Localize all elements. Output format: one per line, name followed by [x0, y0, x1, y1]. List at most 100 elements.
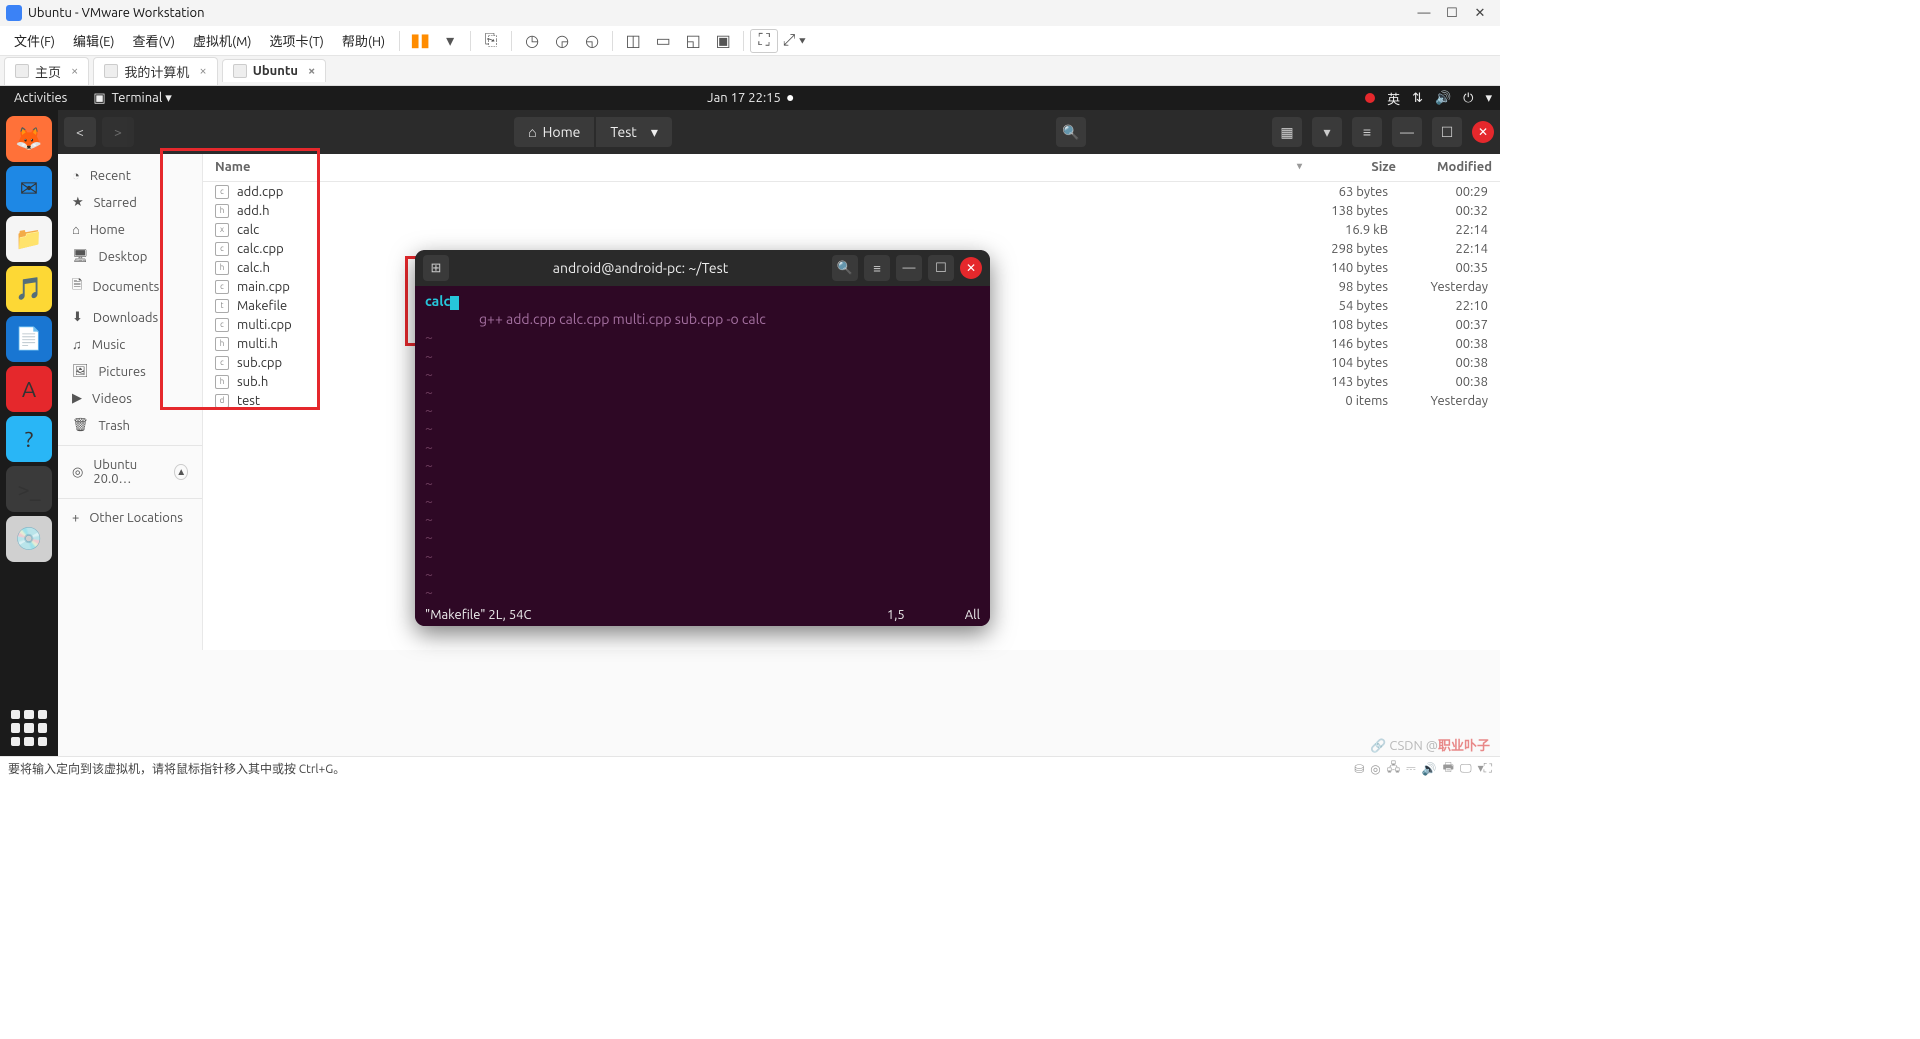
file-name: add.h [237, 204, 1298, 218]
stretch-icon[interactable]: ⤢ ▾ [780, 29, 808, 53]
firefox-icon[interactable]: 🦊 [6, 116, 52, 162]
places-item[interactable]: ★Starred [58, 189, 202, 216]
col-size[interactable]: Size [1310, 154, 1400, 181]
col-modified[interactable]: Modified [1400, 154, 1500, 181]
menu-help[interactable]: 帮助(H) [334, 27, 393, 54]
new-tab-button[interactable]: ⊞ [423, 255, 449, 281]
chevron-down-icon[interactable]: ▾ [1485, 91, 1492, 106]
enter-fullscreen-icon[interactable]: ⛶ [750, 29, 778, 53]
table-row[interactable]: hadd.h138 bytes00:32 [203, 201, 1500, 220]
tab-ubuntu[interactable]: Ubuntu× [222, 59, 327, 82]
tab-home[interactable]: 主页× [4, 57, 89, 85]
snapshot-icon[interactable]: ◷ [518, 29, 546, 53]
places-item[interactable]: ♫Music [58, 331, 202, 358]
places-item[interactable]: 🗎Documents [58, 270, 202, 304]
terminal-body[interactable]: calc g++ add.cpp calc.cpp multi.cpp sub.… [415, 286, 990, 604]
menu-view[interactable]: 查看(V) [125, 27, 183, 54]
minimize-button[interactable]: — [1410, 6, 1438, 20]
device-dropdown-icon[interactable]: ▾⛶ [1478, 761, 1492, 776]
crumb-home[interactable]: ⌂Home [514, 117, 594, 147]
snapshot-manager-icon[interactable]: ◵ [578, 29, 606, 53]
cd-icon[interactable]: ◎ [1370, 762, 1380, 776]
thunderbird-icon[interactable]: ✉ [6, 166, 52, 212]
close-icon[interactable]: × [199, 64, 206, 78]
printer-icon[interactable]: 🖶 [1443, 758, 1454, 779]
help-icon[interactable]: ? [6, 416, 52, 462]
table-row[interactable]: cadd.cpp63 bytes00:29 [203, 182, 1500, 201]
minimize-button[interactable]: — [1392, 117, 1422, 147]
files-icon[interactable]: 📁 [6, 216, 52, 262]
dnd-icon[interactable] [1365, 93, 1375, 103]
menu-file[interactable]: 文件(F) [6, 27, 63, 54]
terminal-icon[interactable]: >_ [6, 466, 52, 512]
maximize-button[interactable]: ☐ [928, 255, 954, 281]
places-item[interactable]: 🗑Trash [58, 412, 202, 439]
display-icon[interactable]: 🖵 [1460, 762, 1472, 776]
maximize-button[interactable]: ☐ [1438, 6, 1466, 21]
tile-icon[interactable]: ◫ [619, 29, 647, 53]
close-icon[interactable]: × [308, 64, 315, 78]
grid-view-button[interactable]: ▦ [1272, 117, 1302, 147]
send-ctrl-alt-del-icon[interactable]: ⎘ [477, 29, 505, 53]
table-row[interactable]: xcalc16.9 kB22:14 [203, 220, 1500, 239]
view-options-button[interactable]: ▾ [1312, 117, 1342, 147]
tab-my-computer[interactable]: 我的计算机× [93, 57, 217, 85]
activities-button[interactable]: Activities [8, 91, 73, 105]
places-item[interactable]: ⬇Downloads [58, 304, 202, 331]
file-modified: Yesterday [1388, 394, 1488, 408]
places-item[interactable]: ⌂Home [58, 216, 202, 243]
rhythmbox-icon[interactable]: 🎵 [6, 266, 52, 312]
sound-icon[interactable]: 🔊 [1435, 91, 1451, 106]
software-icon[interactable]: A [6, 366, 52, 412]
search-button[interactable]: 🔍 [1056, 117, 1086, 147]
sound-icon[interactable]: 🔊 [1422, 762, 1437, 776]
eject-icon[interactable]: ▲ [174, 464, 188, 480]
clock[interactable]: Jan 17 22:15 [707, 91, 793, 105]
network-icon[interactable]: ⇅ [1412, 91, 1423, 106]
chevron-down-icon[interactable]: ▾ [651, 124, 658, 141]
multi-monitor-icon[interactable]: ▣ [709, 29, 737, 53]
places-item[interactable]: 🖼Pictures [58, 358, 202, 385]
power-icon[interactable]: ⏻ [1463, 91, 1473, 106]
libreoffice-icon[interactable]: 📄 [6, 316, 52, 362]
unity-icon[interactable]: ◱ [679, 29, 707, 53]
terminal-appmenu[interactable]: ▣Terminal ▾ [93, 91, 171, 106]
show-apps-button[interactable] [11, 710, 47, 746]
menu-tabs[interactable]: 选项卡(T) [261, 27, 331, 54]
terminal-search-button[interactable]: 🔍 [832, 255, 858, 281]
forward-button[interactable]: > [102, 117, 134, 147]
power-dropdown-icon[interactable]: ▾ [436, 29, 464, 53]
network-icon[interactable]: 🖧 [1387, 758, 1400, 779]
places-other[interactable]: +Other Locations [58, 505, 202, 531]
minimize-button[interactable]: — [896, 255, 922, 281]
place-label: Home [90, 223, 125, 237]
file-icon: c [215, 242, 229, 256]
places-item[interactable]: ▶Videos [58, 385, 202, 412]
usb-icon[interactable]: ⎓ [1406, 762, 1416, 776]
close-button[interactable]: ✕ [1472, 121, 1494, 143]
close-button[interactable]: ✕ [1466, 6, 1494, 21]
disk-icon[interactable]: ⛁ [1354, 762, 1364, 776]
dock: 🦊✉📁🎵📄A?>_💿 [0, 110, 58, 756]
snapshot-revert-icon[interactable]: ◶ [548, 29, 576, 53]
places-mount[interactable]: ◎Ubuntu 20.0…▲ [58, 452, 202, 492]
file-icon: h [215, 204, 229, 218]
col-name[interactable]: Name [203, 154, 1310, 181]
computer-icon [104, 64, 118, 78]
places-item[interactable]: ◔Recent [58, 162, 202, 189]
single-icon[interactable]: ▭ [649, 29, 677, 53]
menu-vm[interactable]: 虚拟机(M) [185, 27, 260, 54]
pause-icon[interactable]: ▮▮ [406, 29, 434, 53]
back-button[interactable]: < [64, 117, 96, 147]
crumb-test[interactable]: Test▾ [596, 117, 671, 147]
close-button[interactable]: ✕ [960, 257, 982, 279]
input-lang[interactable]: 英 [1387, 89, 1400, 108]
media-icon[interactable]: 💿 [6, 516, 52, 562]
terminal-menu-button[interactable]: ≡ [864, 255, 890, 281]
menu-button[interactable]: ≡ [1352, 117, 1382, 147]
menu-edit[interactable]: 编辑(E) [65, 27, 122, 54]
close-icon[interactable]: × [71, 64, 78, 78]
places-item[interactable]: 🖥Desktop [58, 243, 202, 270]
maximize-button[interactable]: ☐ [1432, 117, 1462, 147]
separator [58, 498, 202, 499]
